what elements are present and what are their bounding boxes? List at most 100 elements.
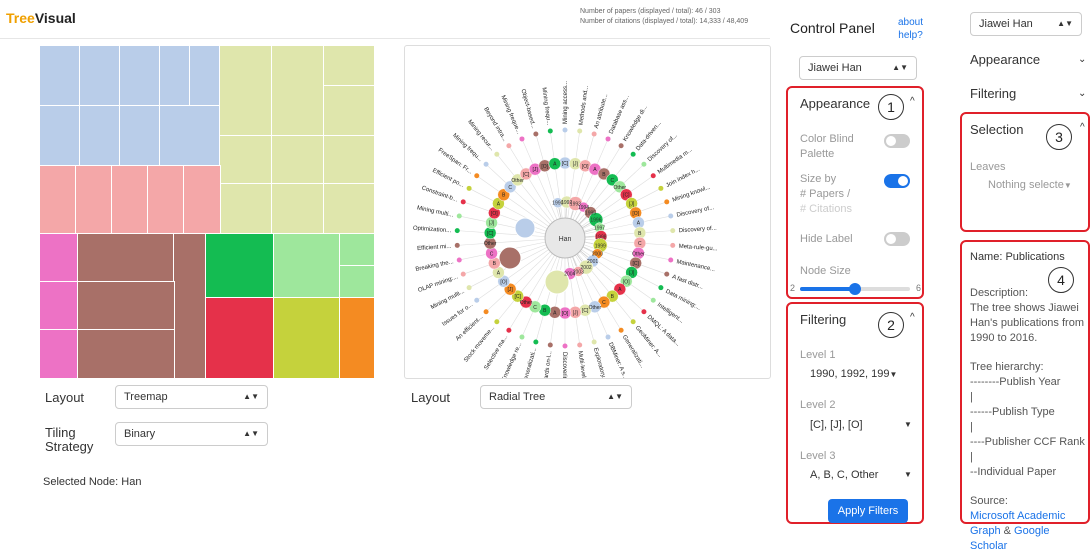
selection-title[interactable]: Selection [970, 122, 1023, 137]
treemap-cell[interactable] [205, 297, 275, 378]
about-help-link[interactable]: about help? [898, 16, 923, 42]
treemap-cell[interactable] [40, 105, 81, 167]
leaf-node[interactable] [474, 173, 480, 179]
leaf-node[interactable] [658, 285, 664, 291]
leaves-select[interactable]: Nothing selecte▼ [988, 177, 1086, 194]
leaf-node[interactable] [630, 319, 636, 325]
treemap-cell[interactable] [273, 233, 341, 299]
chevron-down-icon[interactable]: ⌄ [1078, 88, 1086, 99]
treemap-cell[interactable] [339, 233, 374, 267]
treemap-cell[interactable] [173, 233, 207, 378]
treemap-cell[interactable] [271, 46, 325, 137]
leaf-node[interactable] [618, 327, 624, 333]
leaf-node[interactable] [460, 271, 466, 277]
leaf-node[interactable] [547, 342, 553, 348]
leaf-node[interactable] [519, 334, 525, 340]
leaf-node[interactable] [641, 309, 647, 315]
leaf-node[interactable] [483, 309, 489, 315]
group-node[interactable] [498, 246, 522, 270]
treemap-cell[interactable] [40, 233, 79, 283]
chevron-up-icon[interactable]: ^ [910, 312, 915, 323]
radial-layout-select[interactable]: Radial Tree ▲▼ [480, 385, 632, 409]
tiling-strategy-select[interactable]: Binary ▲▼ [115, 422, 268, 446]
leaf-node[interactable] [533, 339, 539, 345]
treemap-cell[interactable] [271, 135, 325, 185]
treemap-cell[interactable] [77, 233, 175, 283]
leaf-node[interactable] [474, 297, 480, 303]
level2-select[interactable]: [C], [J], [O] ▼ [810, 417, 920, 433]
treemap-cell[interactable] [40, 165, 77, 235]
treemap-cell[interactable] [40, 46, 81, 107]
chevron-up-icon[interactable]: ^ [910, 96, 915, 107]
treemap-cell[interactable] [323, 85, 374, 137]
mag-link[interactable]: Microsoft Academic [970, 510, 1065, 522]
leaf-node[interactable] [494, 151, 500, 157]
leaf-node[interactable] [466, 185, 472, 191]
group-node[interactable] [514, 217, 536, 239]
appearance-title[interactable]: Appearance [800, 96, 870, 111]
leaf-node[interactable] [454, 228, 460, 234]
author-select[interactable]: Jiawei Han ▲▼ [799, 56, 917, 80]
leaf-node[interactable] [658, 185, 664, 191]
size-by-toggle[interactable] [884, 174, 910, 188]
treemap-cell[interactable] [75, 165, 113, 235]
leaf-node[interactable] [605, 334, 611, 340]
chevron-up-icon[interactable]: ^ [1080, 122, 1085, 133]
treemap-cell[interactable] [40, 281, 79, 331]
treemap-cell[interactable] [119, 105, 161, 167]
leaf-node[interactable] [562, 127, 568, 133]
side-appearance-title[interactable]: Appearance [970, 52, 1040, 67]
treemap-cell[interactable] [271, 183, 325, 235]
leaf-node[interactable] [650, 173, 656, 179]
treemap-cell[interactable] [159, 105, 221, 167]
leaf-node[interactable] [591, 339, 597, 345]
side-author-select[interactable]: Jiawei Han ▲▼ [970, 12, 1082, 36]
filtering-title[interactable]: Filtering [800, 312, 846, 327]
treemap-cell[interactable] [111, 165, 149, 235]
treemap-cell[interactable] [147, 165, 185, 235]
treemap-cell[interactable] [219, 183, 273, 235]
leaf-node[interactable] [618, 143, 624, 149]
leaf-node[interactable] [483, 161, 489, 167]
level3-select[interactable]: A, B, C, Other ▼ [810, 467, 920, 483]
treemap-cell[interactable] [119, 46, 161, 107]
leaf-node[interactable] [456, 213, 462, 219]
leaf-node[interactable] [494, 319, 500, 325]
treemap-cell[interactable] [339, 265, 374, 299]
slider-handle[interactable] [849, 283, 861, 295]
leaf-node[interactable] [670, 242, 676, 248]
treemap-cell[interactable] [205, 233, 275, 299]
treemap-cell[interactable] [79, 105, 121, 167]
treemap-cell[interactable] [323, 135, 374, 185]
color-blind-toggle[interactable] [884, 134, 910, 148]
leaf-node[interactable] [547, 128, 553, 134]
leaf-node[interactable] [466, 285, 472, 291]
treemap-cell[interactable] [79, 46, 121, 107]
treemap-cell[interactable] [323, 46, 374, 87]
leaf-node[interactable] [460, 199, 466, 205]
treemap-layout-select[interactable]: Treemap ▲▼ [115, 385, 268, 409]
node-size-slider[interactable] [800, 283, 910, 295]
treemap-cell[interactable] [159, 46, 191, 107]
leaf-node[interactable] [591, 131, 597, 137]
treemap-cell[interactable] [77, 281, 175, 331]
leaf-node[interactable] [456, 257, 462, 263]
leaf-node[interactable] [506, 143, 512, 149]
leaf-node[interactable] [650, 297, 656, 303]
chevron-down-icon[interactable]: ⌄ [1078, 54, 1086, 65]
radial-tree-svg[interactable]: 1990199219931994199519961997199819992000… [405, 46, 770, 390]
leaf-node[interactable] [664, 271, 670, 277]
leaf-node[interactable] [562, 343, 568, 349]
treemap-cell[interactable] [339, 297, 374, 378]
leaf-node[interactable] [641, 161, 647, 167]
leaf-node[interactable] [454, 242, 460, 248]
treemap-cell[interactable] [183, 165, 221, 235]
leaf-node[interactable] [506, 327, 512, 333]
treemap-cell[interactable] [219, 135, 273, 185]
leaf-node[interactable] [670, 228, 676, 234]
leaf-node[interactable] [668, 257, 674, 263]
treemap-cell[interactable] [273, 297, 341, 378]
treemap-cell[interactable] [323, 183, 374, 235]
leaf-node[interactable] [605, 136, 611, 142]
level1-select[interactable]: 1990, 1992, 199▼ [810, 366, 920, 383]
